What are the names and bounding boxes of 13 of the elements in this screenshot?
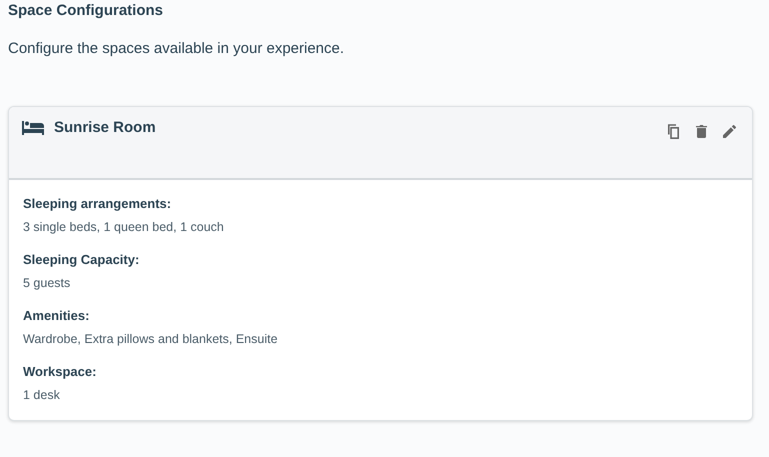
detail-value: 1 desk bbox=[23, 387, 61, 403]
space-title: Sunrise Room bbox=[54, 119, 157, 137]
detail-value: 3 single beds, 1 queen bed, 1 couch bbox=[23, 219, 225, 235]
edit-button[interactable] bbox=[720, 122, 738, 140]
page-heading: Space Configurations bbox=[8, 1, 164, 20]
detail-value: Wardrobe, Extra pillows and blankets, Ensuite bbox=[23, 331, 279, 347]
detail-label: Workspace: bbox=[23, 364, 98, 380]
detail-label: Sleeping arrangements: bbox=[23, 196, 172, 212]
detail-label: Amenities: bbox=[23, 308, 90, 324]
detail-label: Sleeping Capacity: bbox=[23, 252, 140, 268]
page-description: Configure the spaces available in your experience. bbox=[8, 40, 346, 58]
detail-value: 5 guests bbox=[23, 275, 72, 291]
bed-icon bbox=[22, 121, 44, 135]
